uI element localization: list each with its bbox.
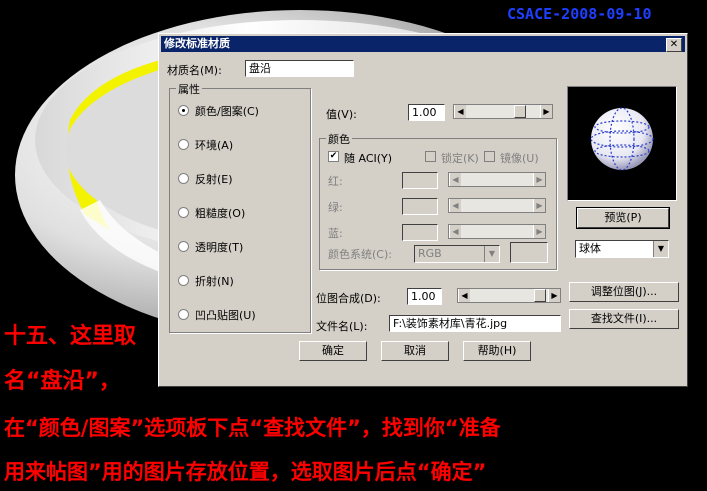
material-name-label: 材质名(M): xyxy=(167,64,222,77)
green-label: 绿: xyxy=(328,201,343,214)
dialog-title: 修改标准材质 xyxy=(164,37,230,50)
bitmap-slider-thumb[interactable] xyxy=(534,289,546,302)
attributes-group: 属性 颜色/图案(C) 环境(A) 反射(E) 粗糙度(O) 透明度(T) 折射… xyxy=(169,81,311,333)
radio-roughness-label: 粗糙度(O) xyxy=(195,207,246,220)
annotation-line-3: 在“颜色/图案”选项板下点“查找文件”，找到你“准备 xyxy=(4,416,501,440)
color-group: 颜色 ✔ 随 ACI(Y) 锁定(K) 镜像(U) 红: ◀ ▶ 绿: ◀ ▶ … xyxy=(319,131,557,270)
green-value-box[interactable] xyxy=(402,198,438,215)
annotation-line-4: 用来帖图”用的图片存放位置，选取图片后点“确定” xyxy=(4,460,487,484)
radio-transparency[interactable] xyxy=(178,241,189,252)
mirror-label: 镜像(U) xyxy=(500,152,539,165)
annotation-line-2: 名“盘沿”， xyxy=(4,369,121,394)
blue-slider-right-icon[interactable]: ▶ xyxy=(533,225,545,238)
blue-slider-left-icon[interactable]: ◀ xyxy=(449,225,461,238)
radio-refraction[interactable] xyxy=(178,275,189,286)
preview-shape-select[interactable]: 球体 ▼ xyxy=(575,240,669,258)
color-system-value: RGB xyxy=(418,247,442,260)
red-slider-left-icon[interactable]: ◀ xyxy=(449,173,461,186)
bitmap-blend-slider[interactable]: ◀ ▶ xyxy=(457,288,561,303)
blue-label: 蓝: xyxy=(328,227,343,240)
watermark-text: CSACE-2008-09-10 xyxy=(507,5,652,23)
file-name-input[interactable]: F:\装饰素材库\青花.jpg xyxy=(389,315,561,332)
bitmap-slider-right-icon[interactable]: ▶ xyxy=(548,289,560,302)
color-system-label: 颜色系统(C): xyxy=(328,248,392,261)
bitmap-blend-input[interactable]: 1.00 xyxy=(407,288,442,305)
value-label: 值(V): xyxy=(326,108,357,121)
chevron-down-icon[interactable]: ▼ xyxy=(484,246,499,262)
follow-aci-label: 随 ACI(Y) xyxy=(344,152,393,165)
red-label: 红: xyxy=(328,175,343,188)
radio-bump-map[interactable] xyxy=(178,309,189,320)
radio-transparency-label: 透明度(T) xyxy=(195,241,244,254)
radio-color-pattern[interactable] xyxy=(178,105,189,116)
blue-value-box[interactable] xyxy=(402,224,438,241)
adjust-bitmap-button[interactable]: 调整位图(J)... xyxy=(569,282,679,302)
cancel-button[interactable]: 取消 xyxy=(381,341,449,361)
value-input[interactable]: 1.00 xyxy=(408,104,445,121)
red-value-box[interactable] xyxy=(402,172,438,189)
radio-refraction-label: 折射(N) xyxy=(195,275,234,288)
value-slider[interactable]: ◀ ▶ xyxy=(453,104,553,119)
help-button[interactable]: 帮助(H) xyxy=(463,341,531,361)
radio-reflection-label: 反射(E) xyxy=(195,173,233,186)
follow-aci-checkbox[interactable]: ✔ xyxy=(328,151,339,162)
close-button[interactable]: ✕ xyxy=(666,38,682,52)
chevron-down-icon[interactable]: ▼ xyxy=(653,241,668,257)
mirror-checkbox[interactable] xyxy=(484,151,495,162)
radio-environment[interactable] xyxy=(178,139,189,150)
ok-button[interactable]: 确定 xyxy=(299,341,367,361)
slider-left-arrow-icon[interactable]: ◀ xyxy=(454,105,466,118)
preview-button[interactable]: 预览(P) xyxy=(576,207,670,229)
file-name-label: 文件名(L): xyxy=(316,320,368,333)
radio-bump-map-label: 凹凸贴图(U) xyxy=(195,309,256,322)
blue-slider[interactable]: ◀ ▶ xyxy=(448,224,546,239)
lock-label: 锁定(K) xyxy=(441,152,479,165)
green-slider[interactable]: ◀ ▶ xyxy=(448,198,546,213)
green-slider-left-icon[interactable]: ◀ xyxy=(449,199,461,212)
attributes-group-title: 属性 xyxy=(176,81,202,97)
red-slider-right-icon[interactable]: ▶ xyxy=(533,173,545,186)
dialog-titlebar: 修改标准材质 ✕ xyxy=(161,36,685,52)
color-system-select[interactable]: RGB ▼ xyxy=(414,245,500,263)
red-slider[interactable]: ◀ ▶ xyxy=(448,172,546,187)
radio-environment-label: 环境(A) xyxy=(195,139,234,152)
preview-shape-value: 球体 xyxy=(579,242,601,255)
radio-roughness[interactable] xyxy=(178,207,189,218)
material-name-input[interactable]: 盘沿 xyxy=(245,60,354,77)
bitmap-blend-label: 位图合成(D): xyxy=(316,292,381,305)
radio-reflection[interactable] xyxy=(178,173,189,184)
radio-color-pattern-label: 颜色/图案(C) xyxy=(195,105,259,118)
find-file-button[interactable]: 查找文件(I)... xyxy=(569,309,679,329)
slider-thumb[interactable] xyxy=(514,105,526,118)
sphere-preview-icon xyxy=(590,107,654,171)
annotation-line-1: 十五、这里取 xyxy=(4,324,137,349)
material-preview xyxy=(567,86,677,201)
lock-checkbox[interactable] xyxy=(425,151,436,162)
green-slider-right-icon[interactable]: ▶ xyxy=(533,199,545,212)
color-system-swatch xyxy=(510,242,548,263)
modify-standard-material-dialog: 修改标准材质 ✕ 材质名(M): 盘沿 属性 颜色/图案(C) 环境(A) 反射… xyxy=(158,33,688,387)
color-group-title: 颜色 xyxy=(326,131,352,147)
slider-right-arrow-icon[interactable]: ▶ xyxy=(540,105,552,118)
bitmap-slider-left-icon[interactable]: ◀ xyxy=(458,289,470,302)
